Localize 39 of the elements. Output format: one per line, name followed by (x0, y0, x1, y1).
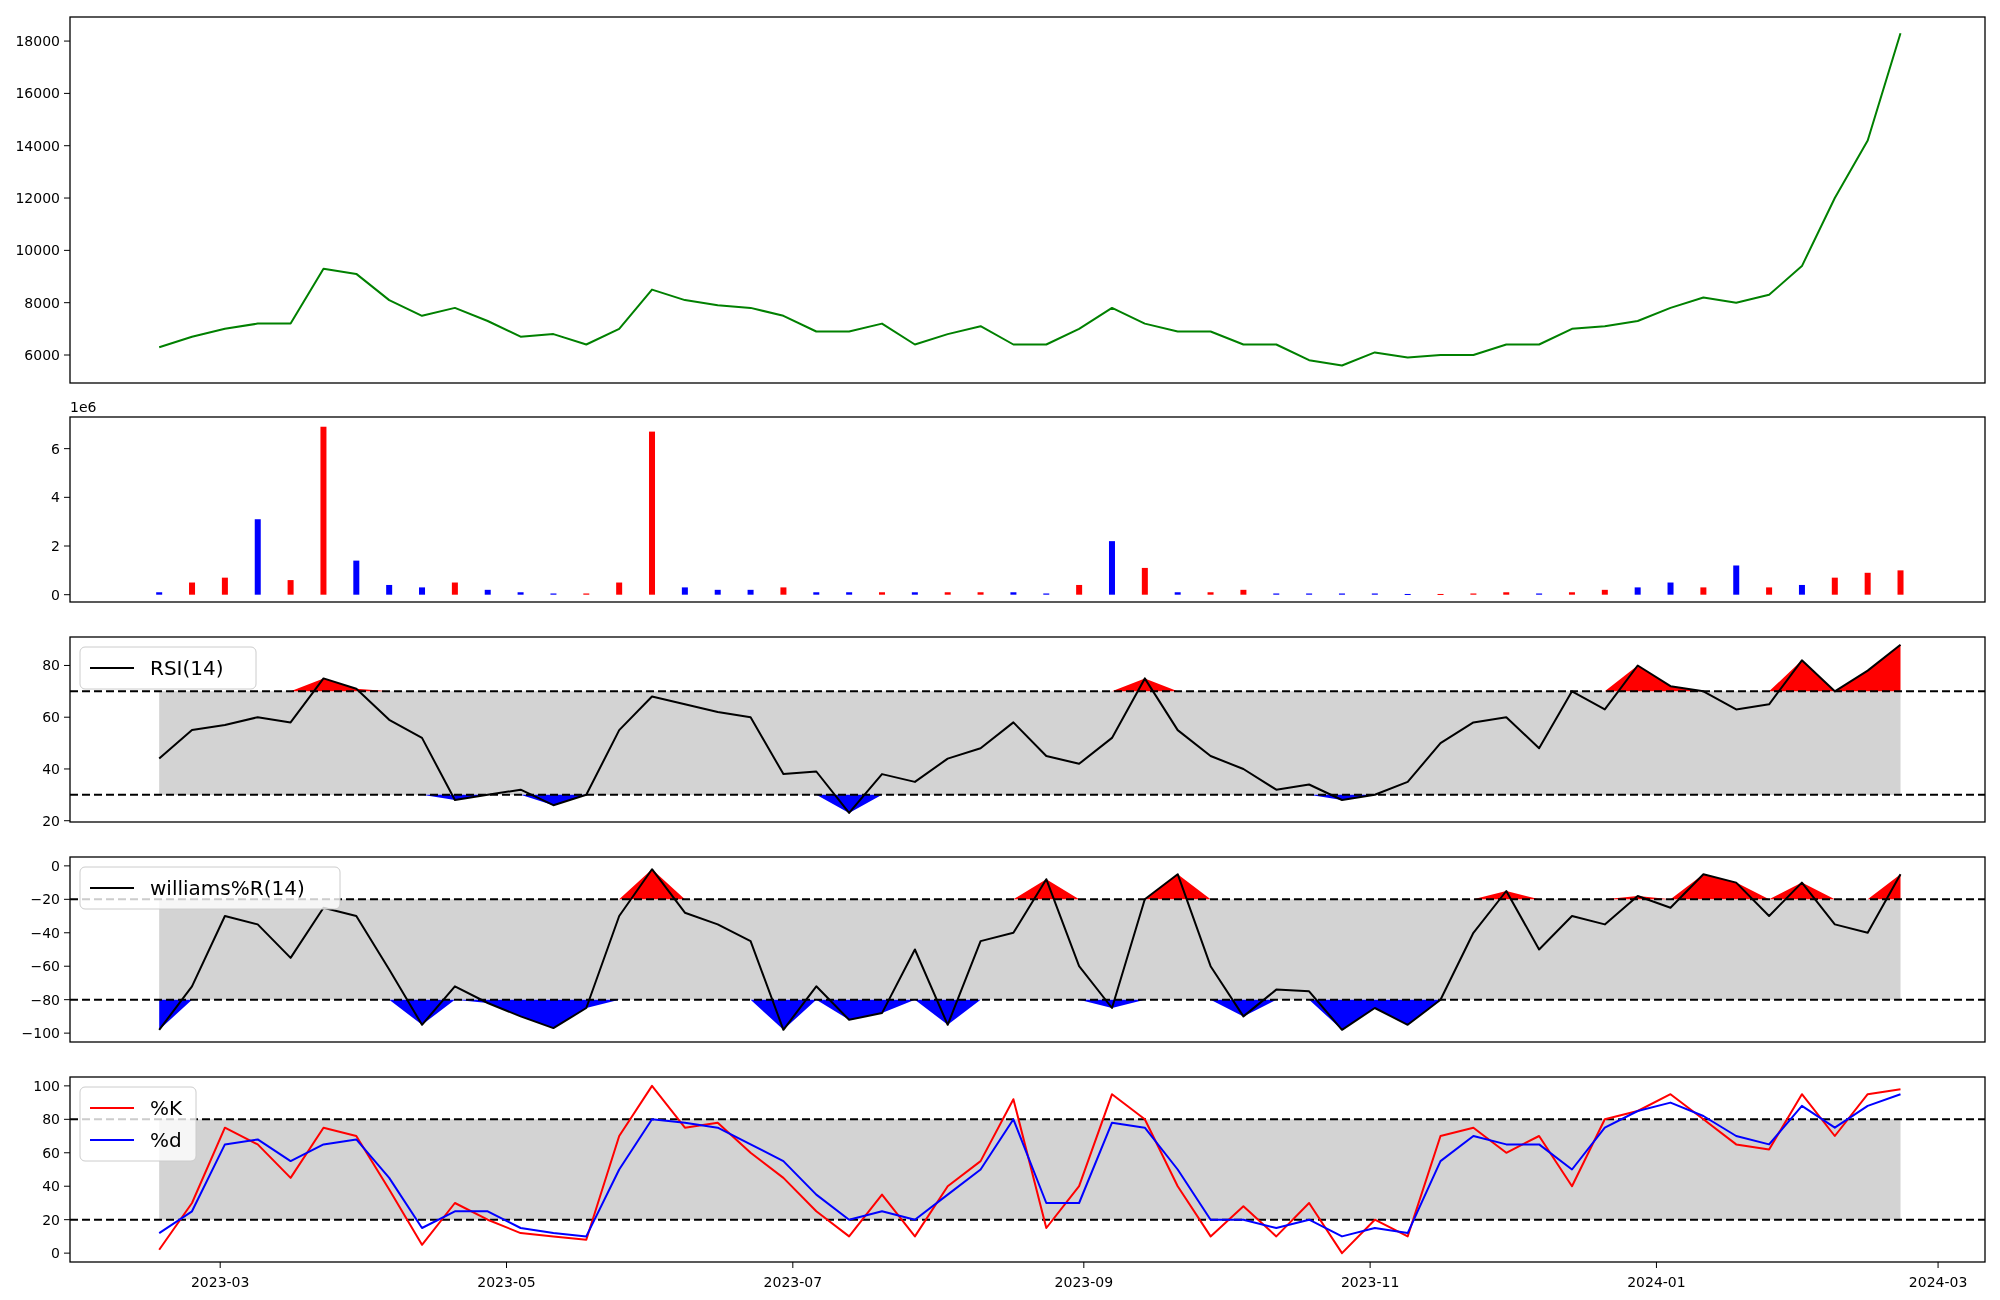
y-tick-label: 10000 (15, 242, 60, 259)
y-tick-label: −80 (30, 991, 60, 1008)
y-tick-label: 60 (42, 1144, 60, 1161)
y-tick-label: 0 (51, 1245, 60, 1262)
legend-label: %d (150, 1128, 182, 1152)
x-tick-label: 2024-03 (1908, 1274, 1968, 1290)
y-tick-label: 40 (42, 760, 60, 777)
y-tick-label: 80 (42, 657, 60, 674)
x-tick-label: 2023-09 (1054, 1274, 1114, 1290)
x-tick-label: 2023-07 (763, 1274, 823, 1290)
y-tick-label: −60 (30, 958, 60, 975)
legend-label: %K (150, 1096, 183, 1120)
x-tick-label: 2024-01 (1627, 1274, 1686, 1290)
y-tick-label: 0 (51, 586, 60, 603)
x-tick-label: 2023-03 (190, 1274, 250, 1290)
y-tick-label: −40 (30, 924, 60, 941)
y-tick-label: 0 (51, 857, 60, 874)
y-tick-label: 14000 (15, 137, 60, 154)
y-tick-label: 6 (51, 440, 60, 457)
y-tick-label: 4 (51, 489, 60, 506)
y-tick-label: 2 (51, 538, 60, 554)
axis-offset-label: 1e6 (70, 400, 97, 415)
legend-label: williams%R(14) (150, 876, 305, 900)
y-tick-label: 80 (42, 1111, 60, 1128)
y-tick-label: 16000 (15, 85, 60, 102)
y-tick-label: 12000 (15, 190, 60, 207)
y-tick-label: 6000 (24, 347, 60, 363)
y-tick-label: 18000 (15, 33, 60, 50)
y-tick-label: 20 (42, 1211, 60, 1228)
x-tick-label: 2023-05 (477, 1274, 536, 1290)
y-tick-label: 100 (33, 1077, 60, 1094)
y-tick-label: −20 (30, 891, 60, 908)
x-tick-label: 2023-11 (1340, 1274, 1400, 1290)
legend-label: RSI(14) (150, 656, 224, 680)
y-tick-label: −100 (21, 1025, 60, 1042)
y-tick-label: 60 (42, 709, 60, 726)
y-tick-label: 40 (42, 1178, 60, 1195)
y-tick-label: 8000 (24, 294, 60, 311)
y-tick-label: 20 (42, 812, 60, 829)
